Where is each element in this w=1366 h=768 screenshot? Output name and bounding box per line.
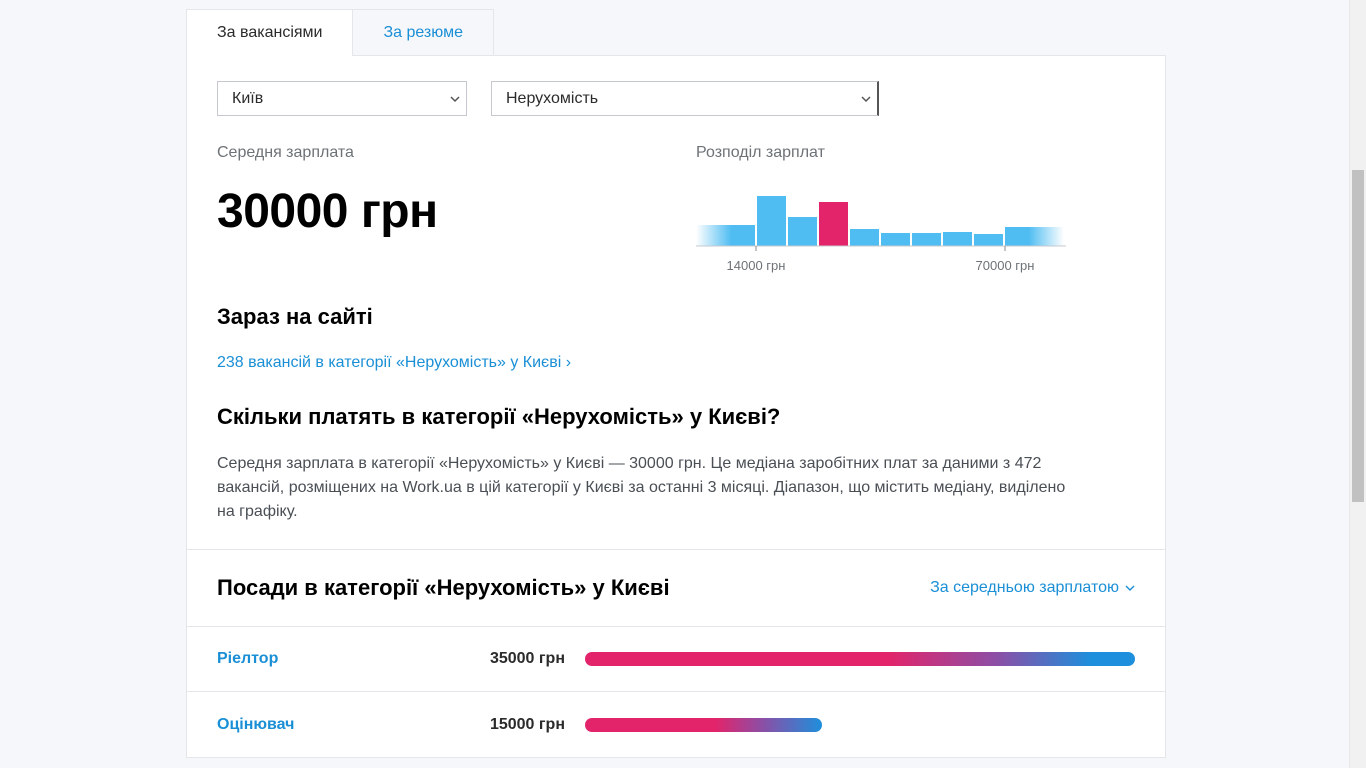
summary-section: Київ Нерухомість Середня зарплата 30000 … xyxy=(187,56,1165,550)
position-salary: 35000 грн xyxy=(489,650,565,667)
position-salary: 15000 грн xyxy=(489,715,565,733)
chevron-down-icon xyxy=(1125,579,1135,597)
positions-title: Посади в категорії «Нерухомість» у Києві xyxy=(217,575,670,600)
position-name[interactable]: Оцінювач xyxy=(217,716,485,734)
table-row: Оцінювач 15000 грн xyxy=(187,692,1165,757)
tab-vacancies[interactable]: За вакансіями xyxy=(186,9,353,56)
distribution-label: Розподіл зарплат xyxy=(696,144,825,161)
histogram-bar xyxy=(912,233,941,246)
how-much-title: Скільки платять в категорії «Нерухомість… xyxy=(217,404,781,429)
positions-header: Посади в категорії «Нерухомість» у Києві… xyxy=(187,550,1165,627)
salary-bar-track xyxy=(585,717,1135,732)
sort-dropdown[interactable]: За середньою зарплатою xyxy=(930,579,1135,597)
salary-widget: За вакансіями За резюме Київ Нерухомість xyxy=(186,9,1166,758)
chevron-down-icon xyxy=(861,94,871,104)
salary-description: Середня зарплата в категорії «Нерухоміст… xyxy=(217,455,1066,520)
histogram-bar xyxy=(850,229,879,246)
positions-list: Ріелтор 35000 грн Оцінювач 15000 грн xyxy=(187,627,1165,757)
salary-card: Київ Нерухомість Середня зарплата 30000 … xyxy=(186,55,1166,758)
city-select-value: Київ xyxy=(232,89,264,107)
average-label: Середня зарплата xyxy=(217,144,354,161)
salary-bar xyxy=(585,717,822,732)
histogram-bar xyxy=(696,225,755,246)
chevron-down-icon xyxy=(450,94,460,104)
distribution-block: Розподіл зарплат 14000 грн 70000 грн xyxy=(696,144,1066,274)
city-select[interactable]: Київ xyxy=(217,81,467,116)
category-select-value: Нерухомість xyxy=(506,89,599,107)
average-block: Середня зарплата 30000 грн xyxy=(217,144,696,274)
vacancies-link[interactable]: 238 вакансій в категорії «Нерухомість» у… xyxy=(217,354,1135,372)
histogram-bar xyxy=(788,217,817,246)
table-row: Ріелтор 35000 грн xyxy=(187,627,1165,692)
tick-label-low: 14000 грн xyxy=(727,258,786,273)
salary-histogram: 14000 грн 70000 грн xyxy=(696,196,1066,273)
now-on-site-title: Зараз на сайті xyxy=(217,304,373,329)
tab-resumes[interactable]: За резюме xyxy=(352,9,494,55)
tick-label-high: 70000 грн xyxy=(976,258,1035,273)
salary-bar xyxy=(585,652,1135,666)
filters: Київ Нерухомість xyxy=(217,81,1135,116)
stats: Середня зарплата 30000 грн Розподіл зарп… xyxy=(217,144,1135,274)
tabs: За вакансіями За резюме xyxy=(186,9,1166,56)
histogram-bar xyxy=(881,233,910,246)
scrollbar[interactable] xyxy=(1349,0,1366,768)
histogram-bar xyxy=(974,234,1003,246)
category-select[interactable]: Нерухомість xyxy=(491,81,879,116)
position-name[interactable]: Ріелтор xyxy=(217,650,485,668)
average-salary: 30000 грн xyxy=(217,185,438,238)
histogram-bar xyxy=(943,232,972,246)
histogram-bar xyxy=(1005,227,1064,246)
sort-label: За середньою зарплатою xyxy=(930,579,1119,596)
scrollbar-thumb[interactable] xyxy=(1352,170,1364,502)
histogram-bar xyxy=(757,196,786,246)
salary-bar-track xyxy=(585,652,1135,666)
histogram-bar-median xyxy=(819,202,848,246)
